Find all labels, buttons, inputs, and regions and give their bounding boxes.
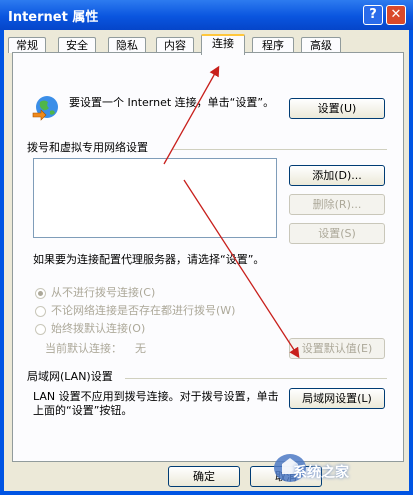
lan-group-rule — [125, 378, 387, 379]
setup-description: 要设置一个 Internet 连接，单击“设置”。 — [69, 96, 275, 109]
close-button[interactable]: ✕ — [386, 5, 406, 25]
current-default-label: 当前默认连接： — [45, 342, 122, 355]
title-bar[interactable]: Internet 属性 ? ✕ — [0, 0, 413, 30]
dialog-client-area: 常规 安全 隐私 内容 连接 程序 高级 要设置一个 Internet 连接，单… — [4, 30, 409, 491]
set-default-button[interactable]: 设置默认值(E) — [289, 338, 385, 359]
always-dial-label: 始终拨默认连接(O) — [51, 322, 146, 335]
current-default-value: 无 — [135, 342, 146, 355]
internet-properties-window: Internet 属性 ? ✕ 常规 安全 隐私 内容 连接 程序 高级 要设置… — [0, 0, 413, 495]
help-button[interactable]: ? — [363, 5, 383, 25]
connection-settings-button[interactable]: 设置(S) — [289, 223, 385, 244]
tab-security[interactable]: 安全 — [58, 37, 96, 53]
remove-connection-button[interactable]: 删除(R)... — [289, 194, 385, 215]
never-dial-radio[interactable] — [35, 288, 46, 299]
tab-content[interactable]: 内容 — [156, 37, 194, 53]
dialup-group-rule — [173, 149, 387, 150]
tab-privacy[interactable]: 隐私 — [108, 37, 146, 53]
dial-when-needed-label: 不论网络连接是否存在都进行拨号(W) — [51, 304, 236, 317]
globe-network-icon — [32, 96, 58, 121]
lan-description: LAN 设置不应用到拨号连接。对于拨号设置，单击上面的“设置”按钮。 — [33, 390, 279, 417]
setup-button[interactable]: 设置(U) — [289, 98, 385, 119]
connection-list[interactable] — [33, 158, 277, 238]
add-connection-button[interactable]: 添加(D)... — [289, 165, 385, 186]
lan-settings-button[interactable]: 局域网设置(L) — [289, 388, 385, 409]
window-title: Internet 属性 — [8, 10, 99, 25]
tab-advanced[interactable]: 高级 — [301, 37, 341, 53]
tab-connections[interactable]: 连接 — [201, 34, 245, 55]
tab-programs[interactable]: 程序 — [252, 37, 294, 53]
ok-button[interactable]: 确定 — [168, 466, 240, 487]
connections-panel: 要设置一个 Internet 连接，单击“设置”。 设置(U) 拨号和虚拟专用网… — [12, 52, 404, 462]
tab-general[interactable]: 常规 — [8, 37, 46, 53]
always-dial-radio[interactable] — [35, 324, 46, 335]
never-dial-label: 从不进行拨号连接(C) — [51, 286, 156, 299]
dial-when-needed-radio[interactable] — [35, 306, 46, 317]
proxy-description: 如果要为连接配置代理服务器，请选择“设置”。 — [33, 253, 265, 266]
dialup-group-label: 拨号和虚拟专用网络设置 — [27, 141, 148, 154]
lan-group-label: 局域网(LAN)设置 — [27, 370, 113, 383]
watermark-text: 系统之家 — [293, 465, 349, 481]
